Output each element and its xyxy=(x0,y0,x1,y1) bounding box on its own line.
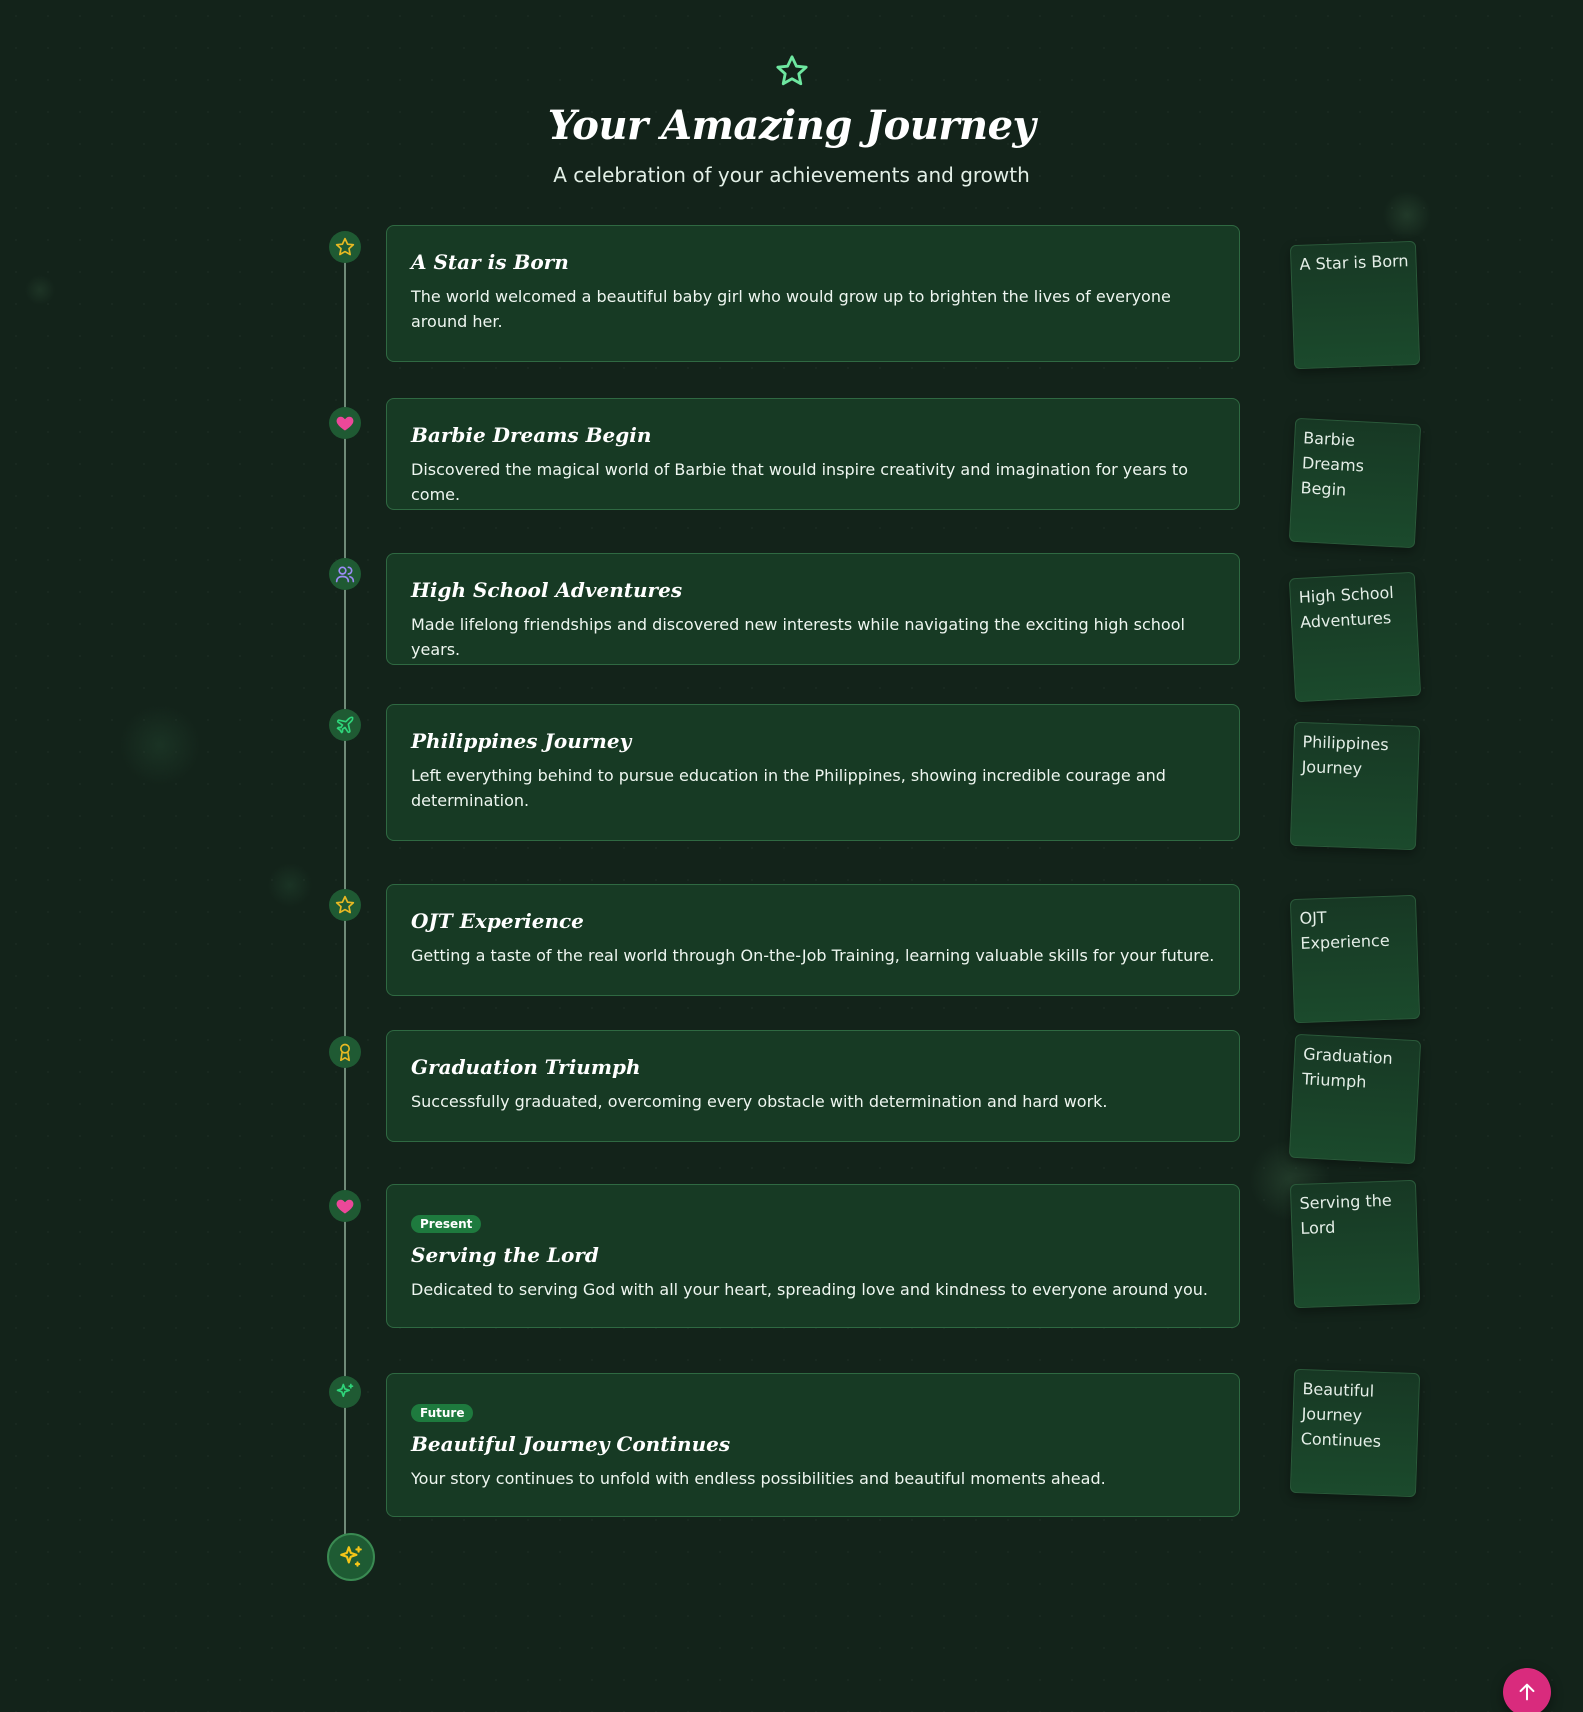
photo-label: Beautiful Journey Continues xyxy=(1300,1379,1382,1451)
milestone-title: Graduation Triumph xyxy=(411,1055,641,1079)
milestone-title: High School Adventures xyxy=(411,578,683,602)
milestone-title: Barbie Dreams Begin xyxy=(411,423,652,447)
milestone-title: A Star is Born xyxy=(411,250,569,274)
photo-label: Serving the Lord xyxy=(1299,1190,1392,1238)
milestone-photo: Barbie Dreams Begin xyxy=(1288,417,1422,549)
milestone-photo: A Star is Born xyxy=(1289,240,1421,370)
star-icon xyxy=(329,231,361,263)
milestone-photo: Philippines Journey xyxy=(1289,721,1421,851)
milestone-description: Left everything behind to pursue educati… xyxy=(411,766,1166,810)
milestone-card: Barbie Dreams Begin Discovered the magic… xyxy=(386,398,1240,510)
milestone-title: Philippines Journey xyxy=(411,729,632,753)
milestone-card: High School Adventures Made lifelong fri… xyxy=(386,553,1240,665)
photo-label: A Star is Born xyxy=(1299,251,1409,274)
milestone-description: Made lifelong friendships and discovered… xyxy=(411,615,1185,659)
sparkles-icon xyxy=(327,1533,375,1581)
sparkles-icon xyxy=(329,1376,361,1408)
status-badge: Future xyxy=(411,1404,474,1422)
award-icon xyxy=(329,1036,361,1068)
milestone-photo: OJT Experience xyxy=(1289,894,1421,1024)
milestone-title: Serving the Lord xyxy=(411,1243,599,1267)
star-icon xyxy=(775,54,809,88)
milestone-photo: High School Adventures xyxy=(1288,571,1422,703)
milestone-title: Beautiful Journey Continues xyxy=(411,1432,731,1456)
heart-icon xyxy=(329,1190,361,1222)
users-icon xyxy=(329,558,361,590)
milestone-photo: Beautiful Journey Continues xyxy=(1289,1368,1421,1498)
milestone-photo: Serving the Lord xyxy=(1289,1179,1421,1309)
heart-icon xyxy=(329,407,361,439)
photo-label: High School Adventures xyxy=(1298,582,1395,632)
milestone-description: Getting a taste of the real world throug… xyxy=(411,946,1215,965)
photo-label: Barbie Dreams Begin xyxy=(1300,428,1365,500)
milestone-card: Future Beautiful Journey Continues Your … xyxy=(386,1373,1240,1517)
milestone-card: A Star is Born The world welcomed a beau… xyxy=(386,225,1240,362)
page-subtitle: A celebration of your achievements and g… xyxy=(553,163,1030,187)
milestone-description: Discovered the magical world of Barbie t… xyxy=(411,460,1188,504)
milestone-card: Present Serving the Lord Dedicated to se… xyxy=(386,1184,1240,1328)
page-header: Your Amazing Journey A celebration of yo… xyxy=(0,54,1583,187)
arrow-up-icon xyxy=(1519,1683,1535,1701)
milestone-card: Graduation Triumph Successfully graduate… xyxy=(386,1030,1240,1142)
milestone-description: Successfully graduated, overcoming every… xyxy=(411,1092,1108,1111)
milestone-description: Your story continues to unfold with endl… xyxy=(411,1469,1106,1488)
milestone-description: The world welcomed a beautiful baby girl… xyxy=(411,287,1171,331)
milestone-photo: Graduation Triumph xyxy=(1288,1033,1422,1165)
plane-icon xyxy=(329,709,361,741)
photo-label: OJT Experience xyxy=(1299,907,1390,953)
star-icon xyxy=(329,889,361,921)
milestone-title: OJT Experience xyxy=(411,909,584,933)
photo-label: Graduation Triumph xyxy=(1301,1044,1394,1092)
photo-label: Philippines Journey xyxy=(1301,732,1389,779)
scroll-to-top-button[interactable] xyxy=(1503,1668,1551,1712)
milestone-card: OJT Experience Getting a taste of the re… xyxy=(386,884,1240,996)
milestone-description: Dedicated to serving God with all your h… xyxy=(411,1280,1209,1299)
page-title: Your Amazing Journey xyxy=(547,102,1036,149)
status-badge: Present xyxy=(411,1215,482,1233)
milestone-card: Philippines Journey Left everything behi… xyxy=(386,704,1240,841)
